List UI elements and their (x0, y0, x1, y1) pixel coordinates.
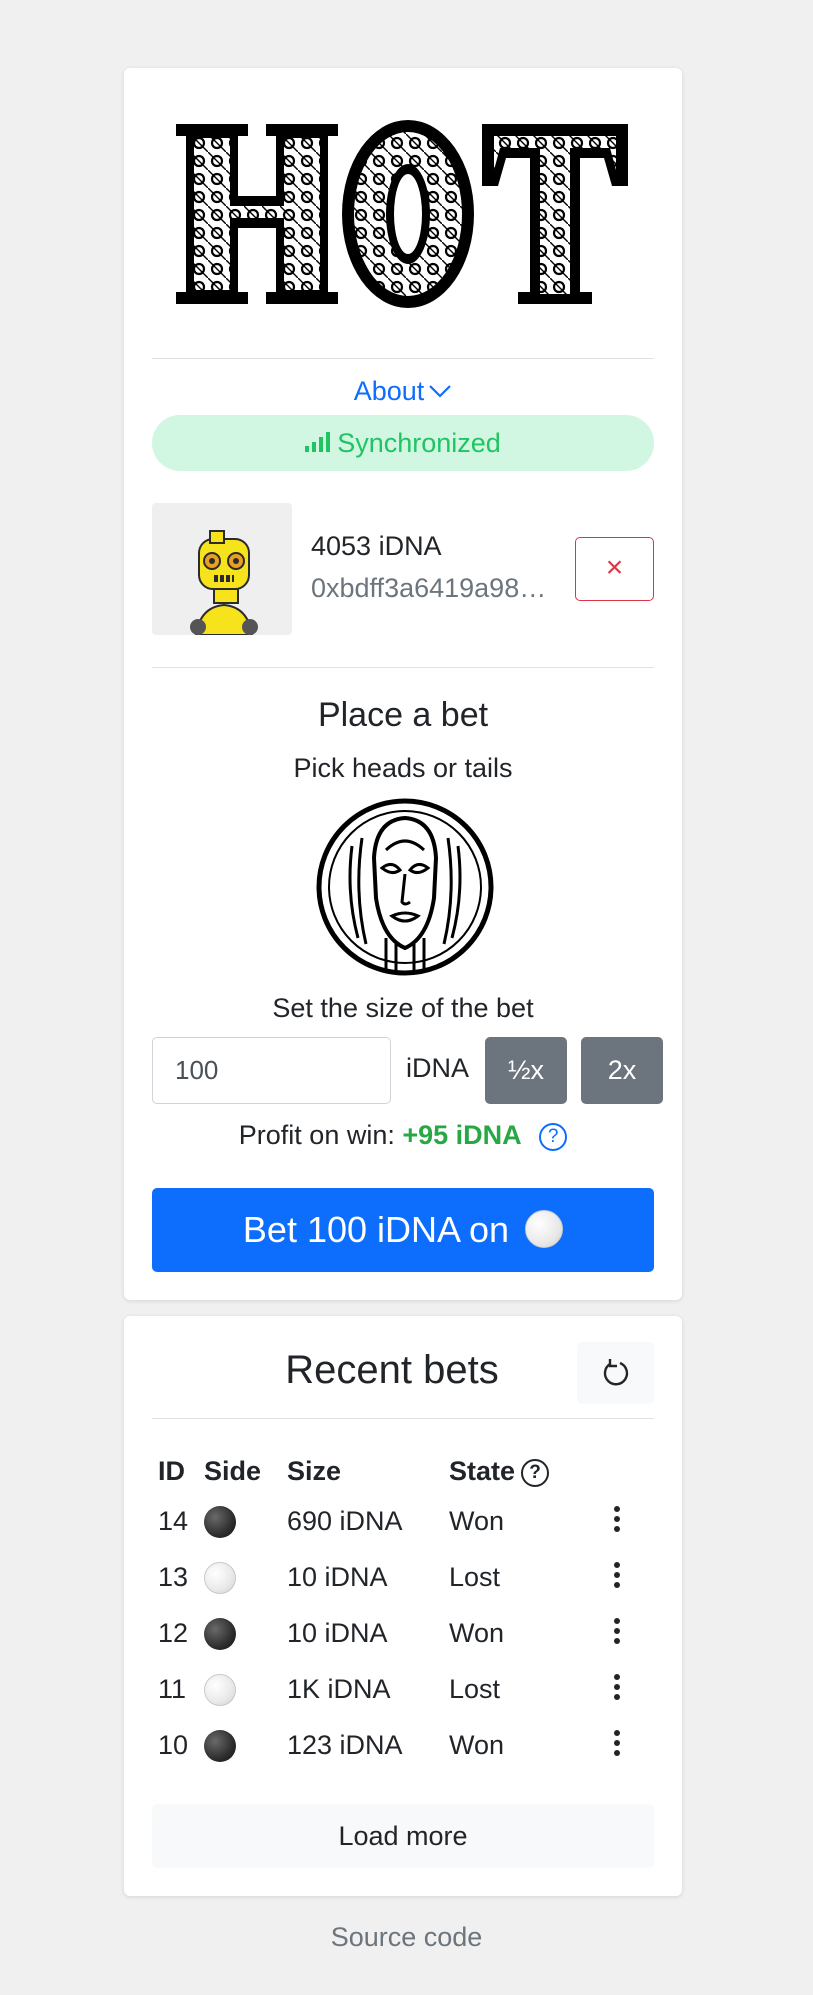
bet-size: 123 iDNA (287, 1730, 403, 1760)
about-label: About (353, 376, 425, 406)
signal-bars-icon (305, 431, 331, 452)
state-help-icon[interactable]: ? (521, 1459, 550, 1487)
profit-on-win: Profit on win: +95 iDNA ? (124, 1120, 682, 1151)
black-coin-icon (204, 1618, 236, 1650)
half-bet-button[interactable]: ½x (485, 1037, 567, 1104)
place-bet-title: Place a bet (317, 696, 489, 734)
double-bet-button[interactable]: 2x (581, 1037, 663, 1104)
table-row: 11 1K iDNA Lost (124, 1664, 682, 1720)
account-balance: 4053 iDNA (311, 531, 442, 561)
bet-size: 690 iDNA (287, 1506, 403, 1536)
hot-logo (176, 120, 628, 308)
column-header-state-label: State (449, 1456, 516, 1486)
black-coin-icon (204, 1730, 236, 1762)
table-row: 14 690 iDNA Won (124, 1496, 682, 1552)
bet-card: About Synchronized 4053 iDNA 0xbdff3a641… (124, 68, 682, 1300)
bet-id: 13 (158, 1562, 189, 1592)
column-header-state: State? (449, 1456, 550, 1487)
recent-bets-card: Recent bets ID Side Size State? 14 690 i… (124, 1316, 682, 1896)
source-code-link[interactable]: Source code (0, 1922, 813, 1953)
chevron-down-icon (429, 385, 452, 398)
more-options-icon[interactable] (612, 1502, 622, 1542)
place-bet-button[interactable]: Bet 100 iDNA on (152, 1188, 654, 1272)
more-options-icon[interactable] (612, 1614, 622, 1654)
coin-heads-icon[interactable] (316, 798, 494, 976)
column-header-id: ID (158, 1456, 185, 1486)
bet-state: Lost (449, 1674, 501, 1704)
profit-value: +95 iDNA (402, 1120, 522, 1150)
white-coin-icon (204, 1674, 236, 1706)
bet-size: 10 iDNA (287, 1562, 388, 1592)
robot-avatar-icon (190, 530, 258, 635)
bet-id: 10 (158, 1730, 189, 1760)
bet-state: Won (449, 1730, 505, 1760)
avatar (152, 503, 292, 635)
logout-button[interactable]: × (575, 537, 654, 601)
place-bet-label: Bet 100 iDNA on (242, 1209, 510, 1250)
refresh-button[interactable] (577, 1342, 654, 1404)
pick-side-label: Pick heads or tails (293, 753, 513, 783)
table-row: 12 10 iDNA Won (124, 1608, 682, 1664)
more-options-icon[interactable] (612, 1670, 622, 1710)
bet-unit-label: iDNA (406, 1053, 470, 1083)
bet-amount-input[interactable] (152, 1037, 391, 1104)
sync-status-label: Synchronized (337, 428, 501, 458)
bet-state: Won (449, 1618, 505, 1648)
bet-size: 1K iDNA (287, 1674, 391, 1704)
bet-id: 12 (158, 1618, 189, 1648)
about-toggle[interactable]: About (124, 376, 682, 410)
load-more-button[interactable]: Load more (152, 1804, 654, 1868)
help-icon[interactable]: ? (539, 1123, 568, 1151)
bet-size-label: Set the size of the bet (272, 993, 534, 1023)
black-coin-icon (204, 1506, 236, 1538)
sync-status-badge: Synchronized (152, 415, 654, 471)
bet-state: Won (449, 1506, 505, 1536)
bet-state: Lost (449, 1562, 501, 1592)
more-options-icon[interactable] (612, 1726, 622, 1766)
table-row: 13 10 iDNA Lost (124, 1552, 682, 1608)
profit-label: Profit on win: (238, 1120, 395, 1150)
divider (152, 358, 654, 359)
bet-id: 14 (158, 1506, 189, 1536)
more-options-icon[interactable] (612, 1558, 622, 1598)
refresh-icon (603, 1359, 629, 1386)
divider (152, 667, 654, 668)
bet-size: 10 iDNA (287, 1618, 388, 1648)
divider (152, 1418, 654, 1419)
table-row: 10 123 iDNA Won (124, 1720, 682, 1776)
white-coin-icon (204, 1562, 236, 1594)
column-header-size: Size (287, 1456, 342, 1486)
close-icon: × (605, 551, 624, 584)
column-header-side: Side (204, 1456, 262, 1486)
account-address: 0xbdff3a6419a98cdd6a1b (311, 573, 556, 603)
white-coin-icon (525, 1210, 564, 1248)
bet-id: 11 (158, 1674, 187, 1704)
